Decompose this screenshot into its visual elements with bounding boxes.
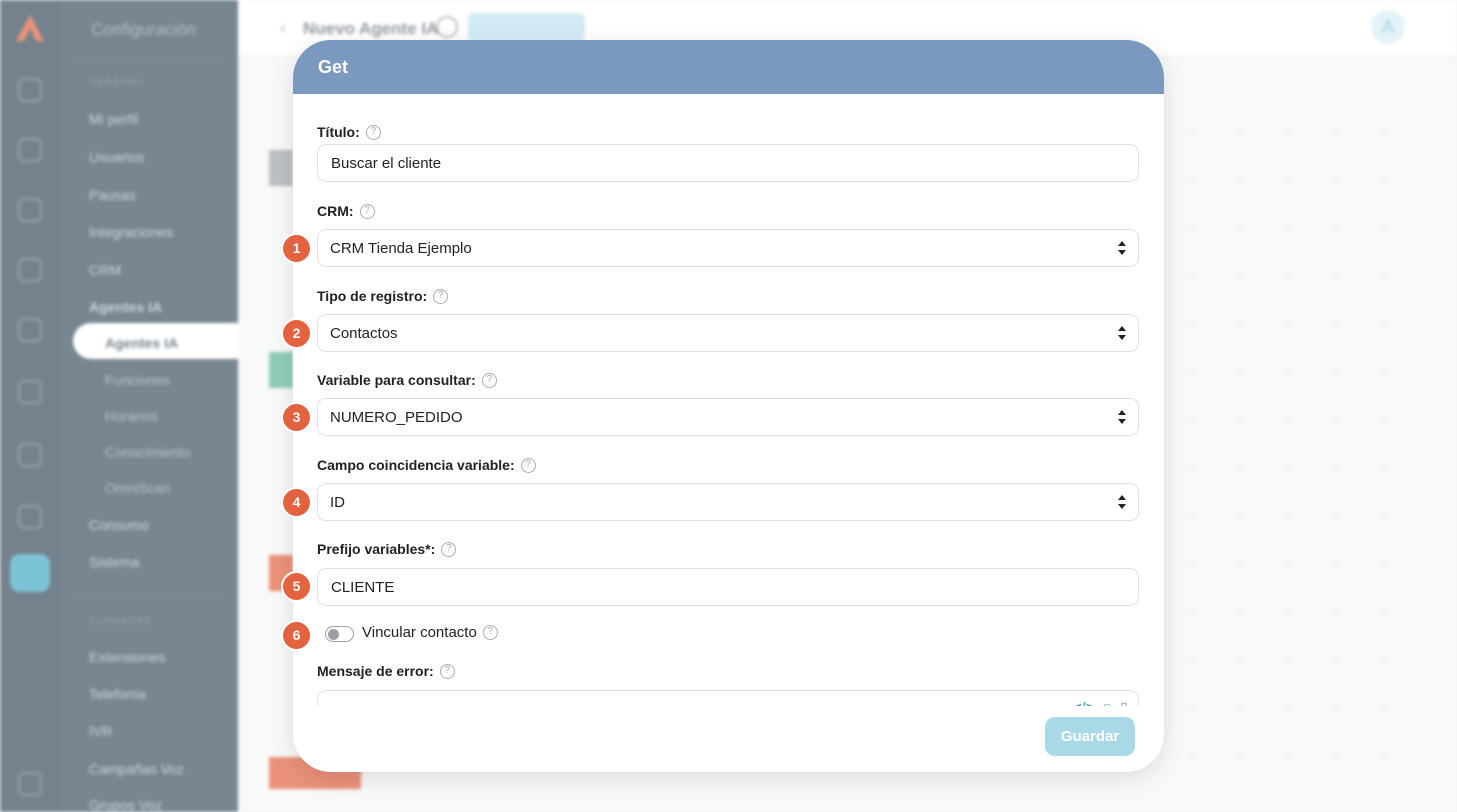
select-arrows-icon [1118,326,1126,340]
get-modal: Get Título: ? Buscar el cliente CRM: ? C… [293,40,1164,772]
help-icon[interactable]: ? [520,457,536,473]
variable-label: Variable para consultar: ? [317,372,497,388]
modal-body[interactable]: Título: ? Buscar el cliente CRM: ? CRM T… [293,94,1164,706]
modal-header: Get [293,40,1164,94]
code-icon[interactable]: </> [1074,699,1094,706]
modal-title: Get [318,56,349,77]
tipo-registro-value: Contactos [330,324,398,342]
save-button[interactable]: Guardar [1045,717,1135,756]
step-badge-1: 1 [283,235,310,262]
textarea-toolbar: </> ☺ ▯ [1074,699,1128,706]
vincular-contacto-toggle[interactable] [325,626,354,642]
help-icon[interactable]: ? [481,372,497,388]
campo-select-value: ID [330,493,345,511]
prefijo-label: Prefijo variables*: ? [317,541,457,557]
select-arrows-icon [1118,495,1126,509]
crm-select-value: CRM Tienda Ejemplo [330,239,472,257]
prefijo-input[interactable]: CLIENTE [317,568,1139,606]
tipo-registro-select[interactable]: Contactos [317,314,1139,352]
step-badge-2: 2 [283,320,310,347]
help-icon[interactable]: ? [433,288,449,304]
step-badge-3: 3 [283,404,310,431]
variable-select-value: NUMERO_PEDIDO [330,408,463,426]
select-arrows-icon [1118,241,1126,255]
help-icon[interactable]: ? [441,541,457,557]
campo-select[interactable]: ID [317,483,1139,521]
titulo-input[interactable]: Buscar el cliente [317,144,1139,182]
select-arrows-icon [1118,410,1126,424]
crm-label: CRM: ? [317,203,375,219]
tipo-registro-label: Tipo de registro: ? [317,288,449,304]
vincular-contacto-label: Vincular contacto ? [362,624,498,641]
step-badge-5: 5 [283,573,310,600]
help-icon[interactable]: ? [365,124,381,140]
variable-select[interactable]: NUMERO_PEDIDO [317,398,1139,436]
help-icon[interactable]: ? [359,203,375,219]
mensaje-error-label: Mensaje de error: ? [317,663,455,679]
help-icon[interactable]: ? [482,625,498,640]
titulo-label: Título: ? [317,124,381,140]
campo-label: Campo coincidencia variable: ? [317,457,536,473]
step-badge-4: 4 [283,489,310,516]
step-badge-6: 6 [283,622,310,649]
help-icon[interactable]: ? [439,663,455,679]
toggle-knob [328,628,339,640]
mensaje-error-textarea[interactable]: </> ☺ ▯ [317,690,1139,706]
emoji-icon[interactable]: ☺ [1100,699,1114,706]
crm-select[interactable]: CRM Tienda Ejemplo [317,229,1139,267]
trash-icon[interactable]: ▯ [1120,699,1128,706]
